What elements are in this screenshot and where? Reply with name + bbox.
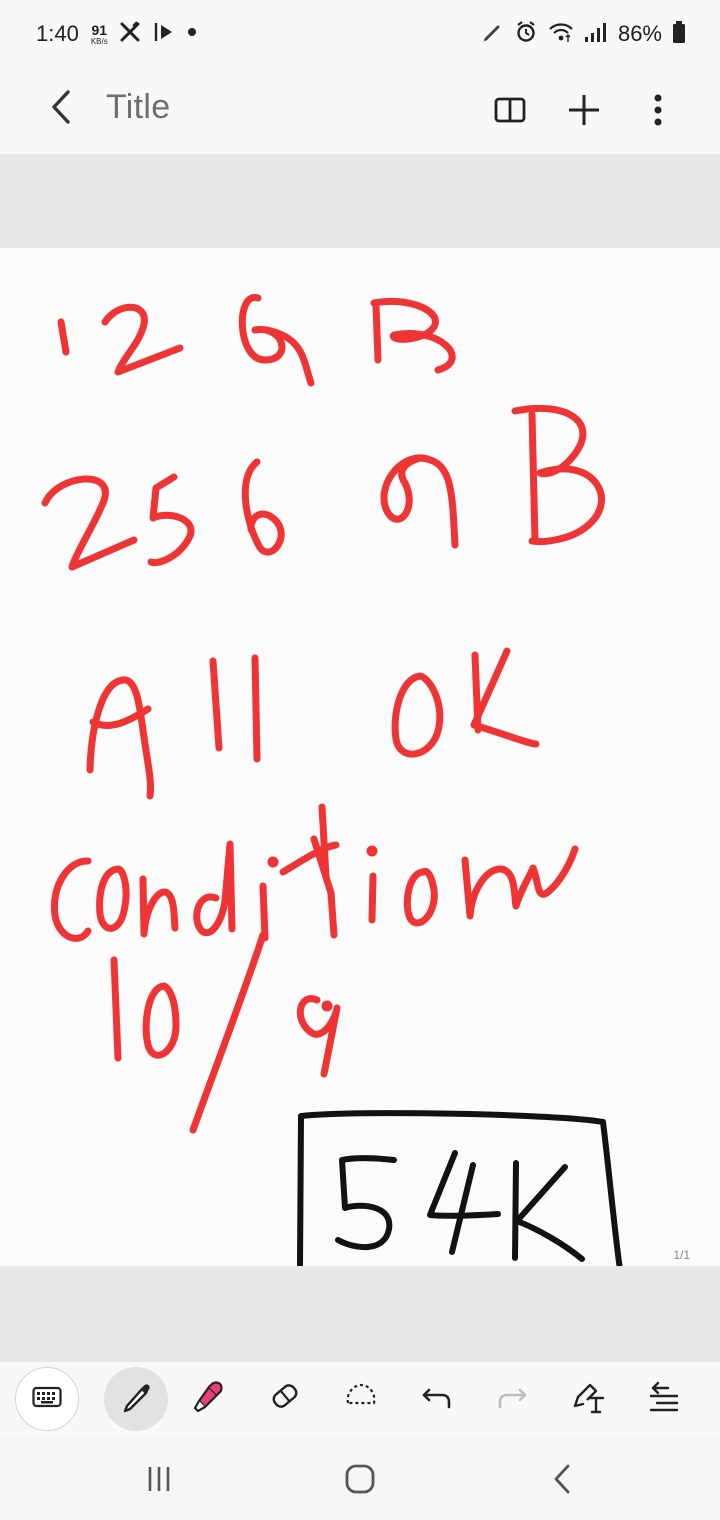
appbar-actions — [484, 86, 684, 138]
lasso-tool-button[interactable] — [329, 1367, 393, 1431]
handwriting-line-12gb — [57, 294, 456, 387]
network-speed-value: 91 — [91, 21, 108, 38]
page-indicator: 1/1 — [673, 1248, 690, 1262]
keyboard-icon — [32, 1385, 62, 1414]
text-tool-button[interactable] — [556, 1367, 620, 1431]
eraser-icon — [267, 1379, 303, 1420]
text-icon — [569, 1379, 607, 1420]
status-bar: 1:40 91 KB/s 86% — [0, 0, 720, 68]
highlighter-tool-button[interactable] — [177, 1367, 241, 1431]
undo-icon — [420, 1382, 454, 1417]
play-icon — [152, 20, 176, 49]
network-speed-unit: KB/s — [90, 36, 108, 46]
home-icon — [344, 1463, 376, 1500]
pen-icon — [119, 1380, 153, 1419]
recent-apps-button[interactable] — [132, 1454, 186, 1508]
read-mode-button[interactable] — [484, 86, 536, 138]
handwriting — [41, 294, 623, 1266]
network-speed: 91 KB/s — [91, 23, 108, 46]
handwriting-line-all-ok — [86, 647, 540, 800]
pen-tool-button[interactable] — [104, 1367, 168, 1431]
price-text-54k — [335, 1150, 585, 1262]
undo-button[interactable] — [405, 1367, 469, 1431]
battery-percent: 86% — [617, 21, 662, 46]
lasso-icon — [343, 1379, 379, 1420]
page-title[interactable]: Title — [106, 88, 170, 127]
alarm-icon — [514, 20, 538, 49]
eraser-tool-button[interactable] — [253, 1367, 317, 1431]
page-gap-bottom — [0, 1266, 720, 1362]
handwriting-line-condition — [50, 803, 579, 942]
battery-icon — [672, 20, 686, 49]
page-gap-top — [0, 154, 720, 248]
keyboard-button[interactable] — [15, 1367, 79, 1431]
more-options-button[interactable] — [632, 86, 684, 138]
price-box — [297, 1110, 623, 1266]
wifi-icon — [548, 21, 574, 48]
system-nav-bar — [0, 1436, 720, 1520]
back-icon — [46, 88, 76, 131]
align-icon — [646, 1379, 682, 1420]
redo-button[interactable] — [480, 1367, 544, 1431]
status-left: 1:40 91 KB/s — [36, 18, 198, 50]
back-icon — [548, 1463, 576, 1500]
app-bar: Title — [0, 68, 720, 154]
status-right: 86% — [482, 18, 686, 50]
highlighter-icon — [191, 1379, 227, 1420]
signal-icon — [584, 21, 608, 48]
recent-apps-icon — [144, 1464, 174, 1499]
handwriting-line-256gb — [41, 404, 605, 571]
redo-icon — [495, 1382, 529, 1417]
note-canvas[interactable]: 1/1 — [0, 248, 720, 1266]
home-button[interactable] — [333, 1454, 387, 1508]
pen-icon — [482, 21, 504, 48]
clock: 1:40 — [36, 21, 79, 46]
handwriting-line-10-9 — [110, 931, 341, 1134]
dot-icon — [186, 25, 198, 43]
more-icon — [653, 93, 663, 132]
text-align-button[interactable] — [632, 1367, 696, 1431]
add-button[interactable] — [558, 86, 610, 138]
plus-icon — [566, 92, 602, 133]
back-button[interactable] — [38, 86, 84, 132]
nav-back-button[interactable] — [535, 1454, 589, 1508]
drawing-toolbar — [0, 1362, 720, 1436]
book-icon — [493, 96, 527, 129]
x-icon — [118, 20, 142, 49]
